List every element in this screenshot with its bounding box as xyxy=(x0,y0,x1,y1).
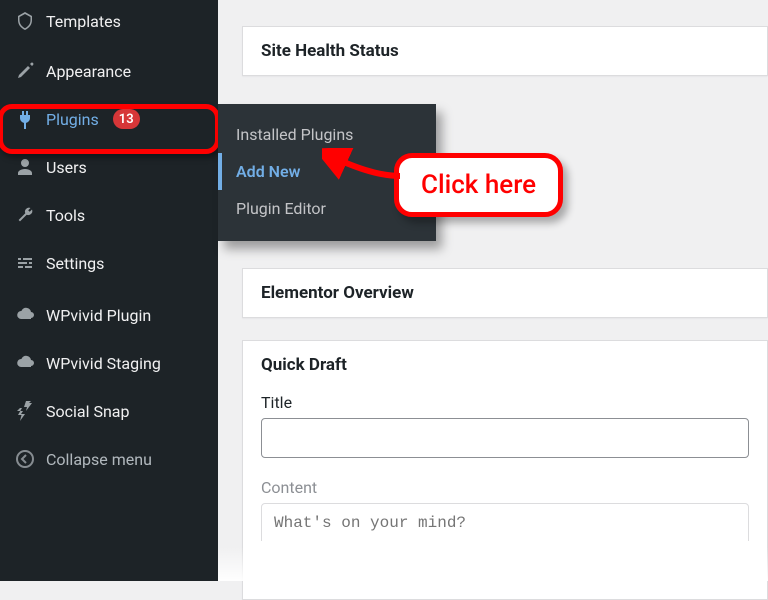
admin-sidebar: Templates Appearance Plugins 13 Users xyxy=(0,0,218,581)
sidebar-item-users[interactable]: Users xyxy=(0,146,218,188)
sidebar-item-tools[interactable]: Tools xyxy=(0,194,218,236)
quick-draft-title-label: Title xyxy=(261,393,749,412)
sidebar-collapse-toggle[interactable]: Collapse menu xyxy=(0,438,218,480)
users-icon xyxy=(14,156,36,178)
annotation-callout: Click here xyxy=(394,153,563,217)
submenu-installed-plugins[interactable]: Installed Plugins xyxy=(218,116,436,153)
sidebar-item-templates[interactable]: Templates xyxy=(0,0,218,42)
submenu-item-label: Plugin Editor xyxy=(236,199,326,218)
sidebar-item-label: Tools xyxy=(46,206,85,225)
tools-icon xyxy=(14,204,36,226)
sidebar-item-label: Social Snap xyxy=(46,402,129,421)
sidebar-item-wpvivid-plugin[interactable]: WPvivid Plugin xyxy=(0,294,218,336)
panel-site-health: Site Health Status xyxy=(242,26,768,76)
collapse-icon xyxy=(14,448,36,470)
cloud-icon xyxy=(14,304,36,326)
cloud-icon xyxy=(14,352,36,374)
panel-quick-draft: Quick Draft Title Content xyxy=(242,340,768,600)
sidebar-item-label: Collapse menu xyxy=(46,450,152,469)
panel-title: Quick Draft xyxy=(261,355,749,375)
sidebar-item-label: Settings xyxy=(46,254,104,273)
sidebar-item-wpvivid-staging[interactable]: WPvivid Staging xyxy=(0,342,218,384)
sidebar-item-settings[interactable]: Settings xyxy=(0,242,218,284)
panel-elementor-overview: Elementor Overview xyxy=(242,268,768,318)
appearance-icon xyxy=(14,60,36,82)
sidebar-item-social-snap[interactable]: Social Snap xyxy=(0,390,218,432)
panel-title: Elementor Overview xyxy=(261,283,749,303)
quick-draft-title-input[interactable] xyxy=(261,418,749,458)
plugins-icon xyxy=(14,108,36,130)
panel-title: Site Health Status xyxy=(261,41,749,61)
sidebar-item-label: Templates xyxy=(46,12,121,31)
sidebar-item-label: WPvivid Plugin xyxy=(46,306,151,325)
sidebar-item-label: Users xyxy=(46,158,87,177)
sidebar-item-appearance[interactable]: Appearance xyxy=(0,50,218,92)
sidebar-item-label: Appearance xyxy=(46,62,131,81)
quick-draft-content-label: Content xyxy=(261,478,749,497)
plugins-update-badge: 13 xyxy=(113,109,140,129)
quick-draft-content-textarea[interactable] xyxy=(261,503,749,541)
annotation-callout-text: Click here xyxy=(394,153,563,217)
submenu-item-label: Installed Plugins xyxy=(236,125,353,144)
submenu-item-label: Add New xyxy=(236,162,300,181)
social-snap-icon xyxy=(14,400,36,422)
settings-icon xyxy=(14,252,36,274)
templates-icon xyxy=(14,10,36,32)
main-content: Site Health Status Elementor Overview Qu… xyxy=(218,0,768,581)
sidebar-item-label: WPvivid Staging xyxy=(46,354,161,373)
sidebar-item-plugins[interactable]: Plugins 13 xyxy=(0,98,218,140)
sidebar-item-label: Plugins xyxy=(46,110,99,129)
